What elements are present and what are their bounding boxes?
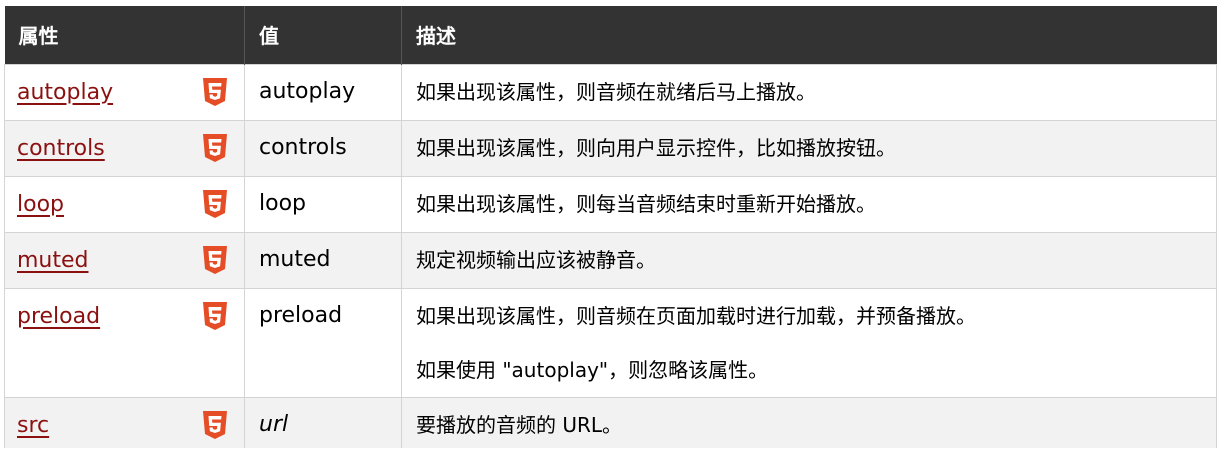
attribute-cell: src: [4, 396, 245, 454]
description-text: 要播放的音频的 URL。: [416, 412, 623, 437]
attribute-cell: autoplay: [4, 63, 245, 121]
attribute-link-autoplay[interactable]: autoplay: [17, 80, 113, 105]
value-cell: loop: [244, 175, 402, 233]
html5-icon: [203, 410, 227, 439]
description-cell: 要播放的音频的 URL。: [401, 396, 1217, 454]
value-cell: controls: [244, 119, 402, 177]
attribute-link-src[interactable]: src: [17, 413, 49, 438]
description-text: 如果出现该属性，则向用户显示控件，比如播放按钮。: [416, 135, 896, 160]
table-row: loop loop 如果出现该属性，则每当音频结束时重新开始播放。: [4, 175, 1217, 233]
table-body: autoplay autoplay 如果出现该属性，则音频在就绪后马上播放。 cont…: [4, 63, 1217, 454]
header-attribute: 属性: [18, 24, 59, 49]
description-cell: 如果出现该属性，则音频在页面加载时进行加载，并预备播放。 如果使用 "autopl…: [401, 287, 1217, 398]
description-cell: 如果出现该属性，则向用户显示控件，比如播放按钮。: [401, 119, 1217, 177]
attribute-cell: controls: [4, 119, 245, 177]
description-cell: 如果出现该属性，则每当音频结束时重新开始播放。: [401, 175, 1217, 233]
header-description: 描述: [401, 6, 1217, 64]
description-cell: 规定视频输出应该被静音。: [401, 231, 1217, 289]
audio-attributes-table: 属性 值 描述 autoplay autoplay 如果出现该属性，则音频在就绪后马…: [4, 6, 1217, 454]
description-text: 如果出现该属性，则每当音频结束时重新开始播放。: [416, 191, 876, 216]
html5-icon: [203, 245, 227, 274]
attribute-link-preload[interactable]: preload: [17, 304, 100, 329]
table-row: controls controls 如果出现该属性，则向用户显示控件，比如播放按钮。: [4, 119, 1217, 177]
attribute-cell: loop: [4, 175, 245, 233]
table-row: muted muted 规定视频输出应该被静音。: [4, 231, 1217, 289]
header-value: 值: [244, 6, 402, 64]
table-row: autoplay autoplay 如果出现该属性，则音频在就绪后马上播放。: [4, 63, 1217, 121]
html5-icon: [203, 77, 227, 106]
attribute-cell: muted: [4, 231, 245, 289]
attribute-link-loop[interactable]: loop: [17, 192, 64, 217]
table-row: src url 要播放的音频的 URL。: [4, 396, 1217, 454]
description-text: 如果出现该属性，则音频在页面加载时进行加载，并预备播放。: [416, 303, 976, 328]
page-bottom-margin: [0, 448, 1221, 455]
html5-icon: [203, 301, 227, 330]
description-cell: 如果出现该属性，则音频在就绪后马上播放。: [401, 63, 1217, 121]
table-header: 属性 值 描述: [4, 6, 1217, 64]
description-text: 规定视频输出应该被静音。: [416, 247, 656, 272]
description-text: 如果出现该属性，则音频在就绪后马上播放。: [416, 79, 816, 104]
table-row: preload preload 如果出现该属性，则音频在页面加载时进行加载，并预备播…: [4, 287, 1217, 398]
html5-icon: [203, 189, 227, 218]
html5-icon: [203, 133, 227, 162]
attribute-cell: preload: [4, 287, 245, 398]
attribute-table-container: 属性 值 描述 autoplay autoplay 如果出现该属性，则音频在就绪后马…: [4, 6, 1217, 454]
value-cell: preload: [244, 287, 402, 398]
value-cell: url: [244, 396, 402, 454]
description-text: 如果使用 "autoplay"，则忽略该属性。: [416, 357, 769, 382]
attribute-link-controls[interactable]: controls: [17, 136, 105, 161]
attribute-link-muted[interactable]: muted: [17, 248, 89, 273]
value-cell: autoplay: [244, 63, 402, 121]
table-header-row: 属性 值 描述: [4, 6, 1217, 64]
value-cell: muted: [244, 231, 402, 289]
